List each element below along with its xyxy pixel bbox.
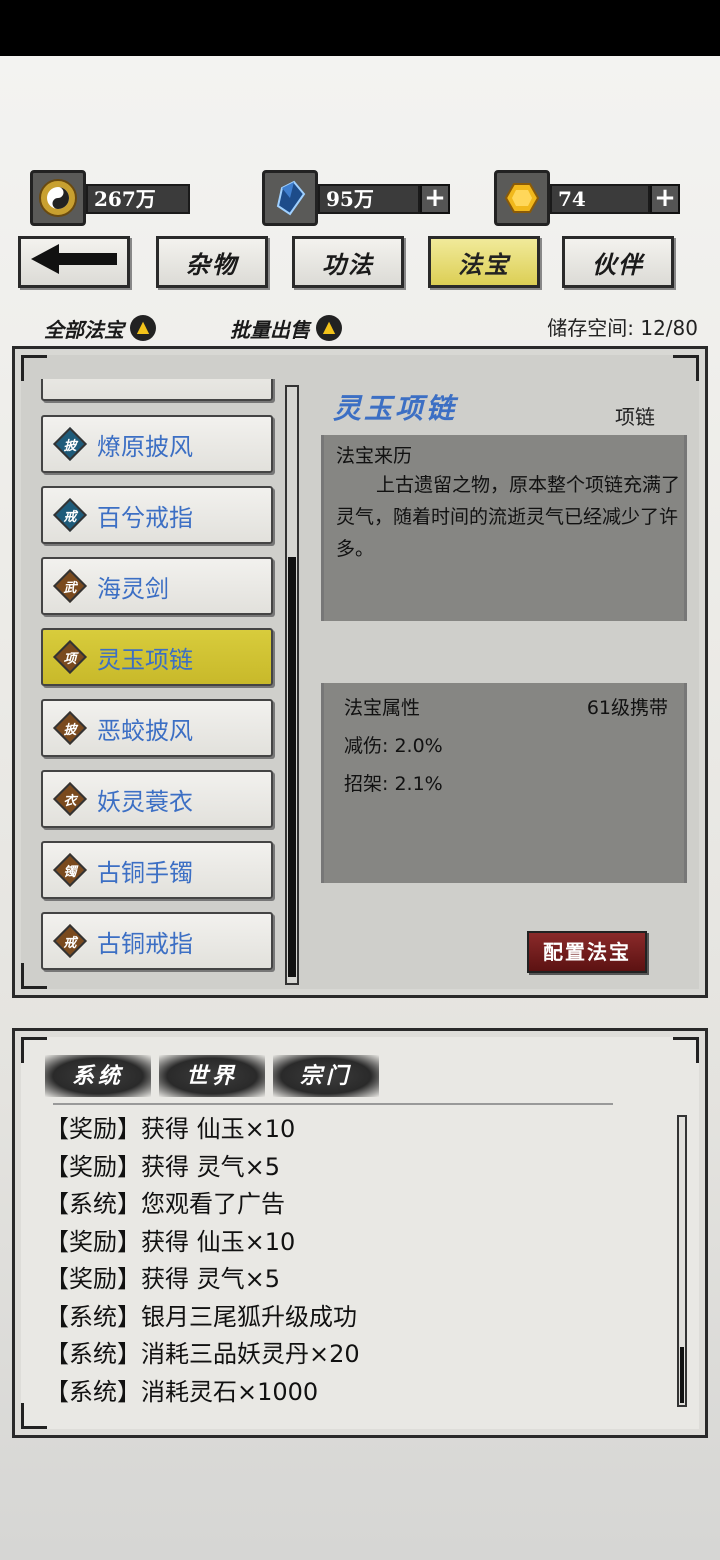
- tab-techniques[interactable]: 功法: [292, 236, 404, 288]
- list-item[interactable]: 戒 百兮戒指: [41, 486, 273, 544]
- currency-value: 95万: [318, 184, 420, 214]
- frame-corner: [21, 355, 47, 381]
- storage-indicator: 储存空间: 12/80: [547, 312, 698, 341]
- treasure-badge-icon: 披: [53, 711, 87, 745]
- treasure-title: 灵玉项链: [333, 392, 458, 425]
- back-arrow-icon: [29, 242, 119, 282]
- scrollbar-thumb[interactable]: [680, 1347, 684, 1403]
- up-arrow-icon: ▲: [130, 315, 156, 341]
- currency-crystal: 95万 +: [262, 170, 452, 226]
- log-line: 【奖励】获得 仙玉×10: [45, 1227, 296, 1256]
- origin-heading: 法宝来历: [336, 445, 413, 467]
- currency-gold: 74 +: [494, 170, 682, 226]
- tab-sect[interactable]: 宗门: [273, 1055, 379, 1097]
- list-item[interactable]: 镯 古铜手镯: [41, 841, 273, 899]
- up-arrow-icon: ▲: [316, 315, 342, 341]
- attribute-damage-reduction: 减伤: 2.0%: [344, 735, 443, 757]
- treasure-name: 恶蛟披风: [97, 716, 193, 745]
- tab-misc[interactable]: 杂物: [156, 236, 268, 288]
- treasure-type: 项链: [615, 405, 655, 429]
- currency-spirit-stone: 267万: [30, 170, 192, 226]
- attributes-heading: 法宝属性: [344, 697, 421, 719]
- all-treasures-filter[interactable]: 全部法宝 ▲: [44, 310, 156, 346]
- attributes-box: 法宝属性 61级携带 减伤: 2.0% 招架: 2.1%: [321, 683, 687, 883]
- add-gold-button[interactable]: +: [650, 184, 680, 214]
- list-item[interactable]: 披 恶蛟披风: [41, 699, 273, 757]
- frame-corner: [21, 963, 47, 989]
- message-log-panel: 系统 世界 宗门 【奖励】获得 仙玉×10 【奖励】获得 灵气×5 【系统】您观…: [12, 1028, 708, 1438]
- treasure-badge-icon: 项: [53, 640, 87, 674]
- bulk-sell-button[interactable]: 批量出售 ▲: [230, 310, 342, 346]
- treasure-badge-icon: 武: [53, 569, 87, 603]
- list-item[interactable]: 衣 妖灵蓑衣: [41, 770, 273, 828]
- gold-gem-icon: [494, 170, 550, 226]
- currency-value: 267万: [86, 184, 190, 214]
- all-treasures-label: 全部法宝: [44, 317, 124, 342]
- treasure-name: 海灵剑: [97, 574, 169, 603]
- add-crystal-button[interactable]: +: [420, 184, 450, 214]
- list-item-partial[interactable]: [41, 379, 273, 401]
- treasure-badge-icon: 披: [53, 427, 87, 461]
- log-scrollbar[interactable]: [677, 1115, 687, 1407]
- list-item[interactable]: 武 海灵剑: [41, 557, 273, 615]
- yin-yang-coin-icon: [30, 170, 86, 226]
- frame-corner: [673, 1037, 699, 1063]
- treasure-name: 妖灵蓑衣: [97, 787, 193, 816]
- log-line: 【奖励】获得 仙玉×10: [45, 1115, 296, 1143]
- list-item[interactable]: 戒 古铜戒指: [41, 912, 273, 970]
- treasure-list[interactable]: 披 燎原披风 戒 百兮戒指 武 海灵剑 项 灵玉项链 披 恶蛟披风 衣 妖灵蓑衣…: [41, 379, 275, 979]
- log-line: 【系统】消耗三品妖灵丹×20: [45, 1340, 360, 1368]
- status-bar: [0, 0, 720, 56]
- log-line: 【系统】消耗灵石×1000: [45, 1377, 319, 1406]
- log-tabs: 系统 世界 宗门: [45, 1055, 387, 1097]
- treasure-list-scrollbar[interactable]: [285, 385, 299, 985]
- log-line: 【奖励】获得 灵气×5: [45, 1152, 281, 1181]
- equip-treasure-button[interactable]: 配置法宝: [527, 931, 647, 973]
- list-item-selected[interactable]: 项 灵玉项链: [41, 628, 273, 686]
- storage-label: 储存空间:: [547, 316, 634, 340]
- divider: [53, 1103, 613, 1105]
- tab-treasures[interactable]: 法宝: [428, 236, 540, 288]
- blue-crystal-icon: [262, 170, 318, 226]
- list-item[interactable]: 披 燎原披风: [41, 415, 273, 473]
- attribute-parry: 招架: 2.1%: [344, 773, 443, 795]
- treasure-panel: 披 燎原披风 戒 百兮戒指 武 海灵剑 项 灵玉项链 披 恶蛟披风 衣 妖灵蓑衣…: [12, 346, 708, 998]
- frame-corner: [21, 1403, 47, 1429]
- level-requirement: 61级携带: [586, 697, 668, 719]
- log-line: 【奖励】获得 灵气×5: [45, 1265, 281, 1293]
- origin-text: 上古遗留之物，原本整个项链充满了灵气，随着时间的流逝灵气已经减少了许多。: [336, 474, 681, 560]
- tab-companions[interactable]: 伙伴: [562, 236, 674, 288]
- storage-value: 12/80: [640, 316, 698, 340]
- frame-corner: [21, 1037, 47, 1063]
- bulk-sell-label: 批量出售: [230, 317, 310, 342]
- tab-world[interactable]: 世界: [159, 1055, 265, 1097]
- treasure-badge-icon: 戒: [53, 498, 87, 532]
- currency-value: 74: [550, 184, 650, 214]
- treasure-badge-icon: 戒: [53, 924, 87, 958]
- treasure-badge-icon: 镯: [53, 853, 87, 887]
- back-button[interactable]: [18, 236, 130, 288]
- log-line: 【系统】您观看了广告: [45, 1190, 285, 1218]
- treasure-name: 古铜手镯: [97, 858, 193, 887]
- treasure-name: 燎原披风: [97, 432, 193, 461]
- log-lines: 【奖励】获得 仙玉×10 【奖励】获得 灵气×5 【系统】您观看了广告 【奖励】…: [45, 1111, 360, 1411]
- treasure-name: 古铜戒指: [97, 929, 193, 958]
- log-line: 【系统】银月三尾狐升级成功: [45, 1302, 357, 1331]
- scrollbar-thumb[interactable]: [288, 557, 296, 977]
- origin-box: 法宝来历 上古遗留之物，原本整个项链充满了灵气，随着时间的流逝灵气已经减少了许多…: [321, 435, 687, 621]
- treasure-badge-icon: 衣: [53, 782, 87, 816]
- frame-corner: [673, 355, 699, 381]
- tab-system[interactable]: 系统: [45, 1055, 151, 1097]
- treasure-name: 百兮戒指: [97, 503, 193, 532]
- treasure-name: 灵玉项链: [97, 645, 193, 674]
